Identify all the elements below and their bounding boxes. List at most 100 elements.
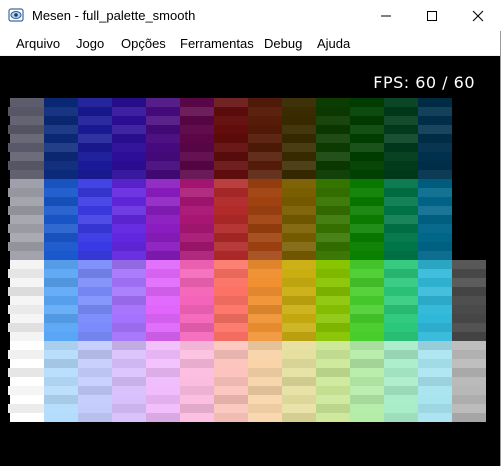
palette-swatch xyxy=(384,188,418,197)
palette-swatch xyxy=(248,260,282,269)
palette-swatch xyxy=(78,107,112,116)
palette-swatch xyxy=(350,305,384,314)
palette-swatch xyxy=(350,350,384,359)
palette-swatch xyxy=(146,386,180,395)
palette-swatch xyxy=(112,125,146,134)
palette-swatch xyxy=(316,98,350,107)
palette-swatch xyxy=(180,143,214,152)
palette-swatch xyxy=(350,134,384,143)
menu-arquivo[interactable]: Arquivo xyxy=(16,36,60,51)
palette-swatch xyxy=(180,395,214,404)
palette-swatch xyxy=(384,377,418,386)
palette-swatch xyxy=(180,179,214,188)
palette-swatch xyxy=(214,188,248,197)
palette-swatch xyxy=(350,179,384,188)
palette-swatch xyxy=(112,233,146,242)
palette-swatch xyxy=(112,323,146,332)
palette-swatch xyxy=(316,269,350,278)
palette-swatch xyxy=(180,260,214,269)
palette-swatch xyxy=(350,404,384,413)
palette-swatch xyxy=(282,341,316,350)
palette-swatch xyxy=(282,170,316,179)
palette-swatch xyxy=(146,305,180,314)
palette-swatch xyxy=(180,152,214,161)
palette-swatch xyxy=(146,404,180,413)
palette-swatch xyxy=(146,350,180,359)
palette-swatch xyxy=(214,152,248,161)
mesen-app-icon xyxy=(8,8,24,22)
maximize-button[interactable] xyxy=(409,0,455,31)
palette-swatch xyxy=(44,233,78,242)
palette-swatch xyxy=(452,332,486,341)
palette-swatch xyxy=(316,251,350,260)
palette-swatch xyxy=(78,161,112,170)
palette-swatch xyxy=(282,206,316,215)
palette-swatch xyxy=(452,368,486,377)
palette-swatch xyxy=(44,215,78,224)
minimize-button[interactable] xyxy=(363,0,409,31)
palette-swatch xyxy=(282,269,316,278)
palette-swatch xyxy=(214,134,248,143)
palette-swatch xyxy=(180,386,214,395)
palette-swatch xyxy=(146,179,180,188)
title-bar[interactable]: Mesen - full_palette_smooth xyxy=(0,0,501,31)
palette-swatch xyxy=(146,359,180,368)
palette-swatch xyxy=(384,305,418,314)
palette-swatch xyxy=(452,269,486,278)
palette-swatch xyxy=(78,125,112,134)
palette-swatch xyxy=(316,395,350,404)
palette-swatch xyxy=(248,179,282,188)
palette-swatch xyxy=(248,215,282,224)
palette-swatch xyxy=(418,179,452,188)
palette-swatch xyxy=(180,314,214,323)
palette-swatch xyxy=(248,98,282,107)
palette-swatch xyxy=(316,386,350,395)
palette-swatch xyxy=(10,116,44,125)
palette-swatch xyxy=(350,206,384,215)
menu-jogo[interactable]: Jogo xyxy=(76,36,104,51)
game-viewport[interactable]: FPS: 60 / 60 xyxy=(0,56,501,466)
palette-swatch xyxy=(384,179,418,188)
palette-swatch xyxy=(180,134,214,143)
menu-ajuda[interactable]: Ajuda xyxy=(317,36,350,51)
palette-swatch xyxy=(282,404,316,413)
palette-swatch xyxy=(214,386,248,395)
palette-swatch xyxy=(44,413,78,422)
palette-swatch xyxy=(316,350,350,359)
palette-swatch xyxy=(350,368,384,377)
palette-swatch xyxy=(180,350,214,359)
palette-swatch xyxy=(214,206,248,215)
palette-swatch xyxy=(214,359,248,368)
palette-swatch xyxy=(180,278,214,287)
palette-swatch xyxy=(316,215,350,224)
palette-swatch xyxy=(146,314,180,323)
palette-swatch xyxy=(418,116,452,125)
palette-swatch xyxy=(180,296,214,305)
palette-swatch xyxy=(180,368,214,377)
palette-swatch xyxy=(180,404,214,413)
palette-swatch xyxy=(282,251,316,260)
palette-swatch xyxy=(78,350,112,359)
palette-swatch xyxy=(78,224,112,233)
palette-swatch xyxy=(350,314,384,323)
palette-swatch xyxy=(350,395,384,404)
close-button[interactable] xyxy=(455,0,501,31)
palette-swatch xyxy=(78,152,112,161)
palette-swatch xyxy=(418,134,452,143)
palette-swatch xyxy=(112,296,146,305)
palette-swatch xyxy=(146,251,180,260)
menu-debug[interactable]: Debug xyxy=(264,36,302,51)
menu-ferramentas[interactable]: Ferramentas xyxy=(180,36,254,51)
palette-swatch xyxy=(418,251,452,260)
palette-swatch xyxy=(78,134,112,143)
menu-opcoes[interactable]: Opções xyxy=(121,36,166,51)
palette-swatch xyxy=(350,413,384,422)
palette-swatch xyxy=(282,98,316,107)
palette-swatch xyxy=(214,305,248,314)
palette-swatch xyxy=(384,314,418,323)
palette-swatch xyxy=(282,386,316,395)
palette-swatch xyxy=(282,296,316,305)
palette-swatch xyxy=(282,116,316,125)
palette-swatch xyxy=(384,170,418,179)
palette-swatch xyxy=(418,350,452,359)
